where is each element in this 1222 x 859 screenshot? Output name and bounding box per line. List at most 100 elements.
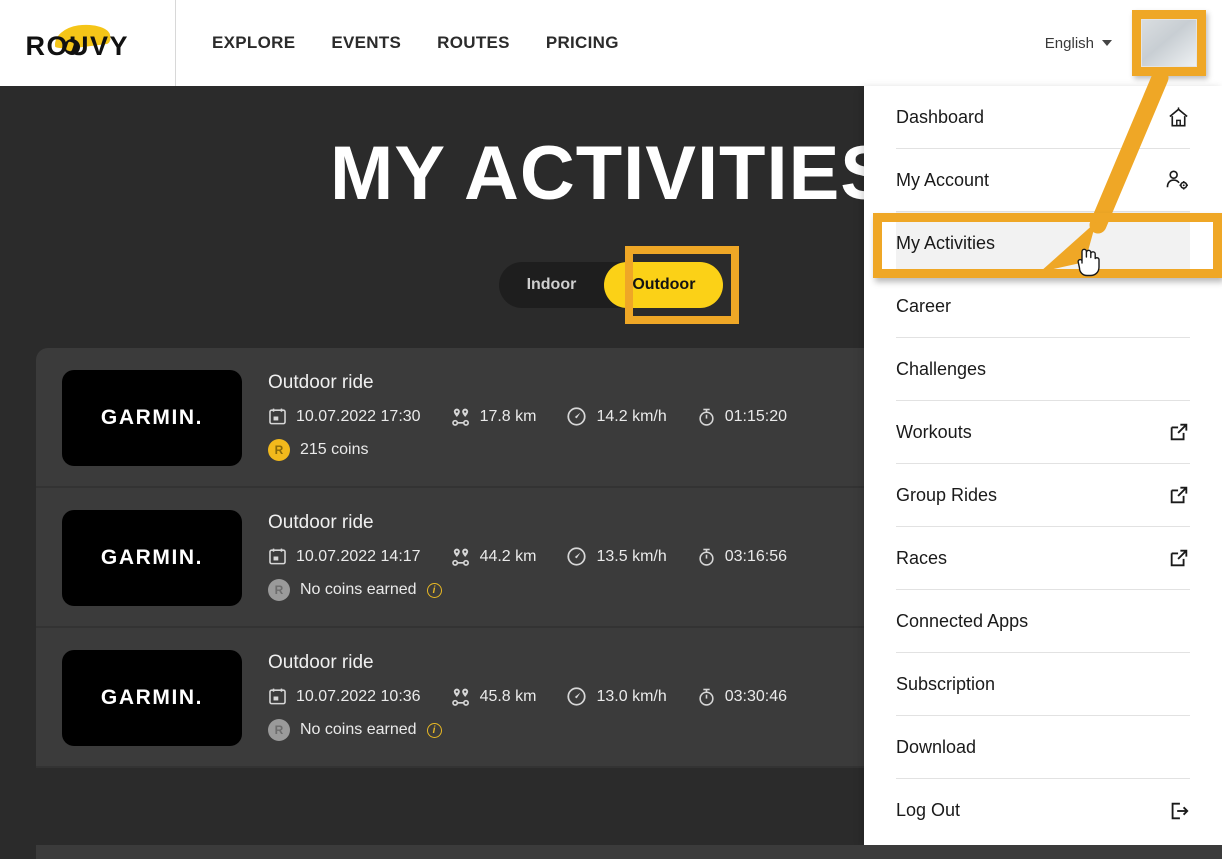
primary-nav: EXPLORE EVENTS ROUTES PRICING [212, 33, 619, 53]
menu-item-subscription[interactable]: Subscription [896, 653, 1190, 716]
external-link-icon [1168, 421, 1190, 443]
menu-item-label: Workouts [896, 421, 972, 442]
activity-type-toggle: Indoor Outdoor [498, 246, 740, 324]
activity-stats: 10.07.2022 14:17 44.2 km 13.5 km/h 03:16… [268, 546, 807, 567]
activity-stats: 10.07.2022 17:30 17.8 km 14.2 km/h 01:15… [268, 406, 807, 427]
activity-thumbnail[interactable]: GARMIN. [62, 510, 242, 606]
language-selector[interactable]: English [1045, 35, 1094, 52]
nav-item-events[interactable]: EVENTS [331, 33, 401, 53]
activity-thumbnail[interactable]: GARMIN. [62, 650, 242, 746]
activity-thumbnail[interactable]: GARMIN. [62, 370, 242, 466]
calendar-icon [269, 408, 286, 425]
menu-item-challenges[interactable]: Challenges [896, 338, 1190, 401]
nav-item-routes[interactable]: ROUTES [437, 33, 510, 53]
nav-item-pricing[interactable]: PRICING [546, 33, 619, 53]
stat-distance-value: 45.8 km [479, 687, 537, 705]
menu-item-label: My Activities [896, 232, 996, 253]
menu-item-group-rides[interactable]: Group Rides [896, 464, 1190, 527]
external-link-icon [1168, 484, 1190, 506]
stat-distance-value: 17.8 km [479, 407, 537, 425]
thumbnail-label: GARMIN. [100, 406, 204, 429]
nav-item-explore[interactable]: EXPLORE [212, 33, 295, 53]
stat-speed-value: 13.5 km/h [596, 547, 667, 565]
menu-item-label: Download [896, 736, 977, 757]
stopwatch-icon [699, 408, 714, 426]
avatar-highlight-annotation [1132, 10, 1206, 76]
home-icon [1167, 106, 1190, 129]
logout-icon [1168, 800, 1190, 822]
logo-zone[interactable]: ROUVY [0, 0, 176, 86]
menu-item-workouts[interactable]: Workouts [896, 401, 1190, 464]
info-icon[interactable]: i [426, 582, 442, 598]
stat-duration: 03:16:56 [697, 547, 787, 567]
route-pins-icon [451, 408, 469, 426]
menu-item-label: Career [896, 295, 952, 316]
toggle-option-indoor[interactable]: Indoor [499, 262, 605, 308]
coin-icon: R [268, 439, 290, 461]
stat-speed-value: 13.0 km/h [596, 687, 667, 705]
menu-item-career[interactable]: Career [896, 275, 1190, 338]
page-bottom-strip [0, 845, 36, 859]
menu-item-log-out[interactable]: Log Out [896, 779, 1190, 842]
activity-stats: 10.07.2022 10:36 45.8 km 13.0 km/h 03:30… [268, 686, 807, 707]
activity-info: Outdoor ride 10.07.2022 17:30 17.8 km 14… [268, 370, 807, 461]
coin-value: 215 coins [300, 441, 369, 458]
app-root: ROUVY EXPLORE EVENTS ROUTES PRICING Engl… [0, 0, 1222, 859]
stat-speed: 13.0 km/h [566, 686, 667, 707]
menu-item-my-account[interactable]: My Account [896, 149, 1190, 212]
menu-item-label: Subscription [896, 673, 996, 694]
menu-item-races[interactable]: Races [896, 527, 1190, 590]
speedometer-icon [567, 547, 587, 566]
activity-title: Outdoor ride [268, 652, 374, 673]
stat-distance: 44.2 km [451, 547, 537, 567]
info-icon[interactable]: i [426, 722, 442, 738]
coin-value: No coins earned [300, 721, 417, 738]
menu-item-dashboard[interactable]: Dashboard [896, 86, 1190, 149]
activity-title: Outdoor ride [268, 372, 374, 393]
route-pins-icon [451, 688, 469, 706]
menu-item-connected-apps[interactable]: Connected Apps [896, 590, 1190, 653]
stopwatch-icon [699, 548, 714, 566]
card-bottom-strip [0, 845, 1222, 859]
user-settings-icon [1165, 169, 1190, 192]
toggle-option-outdoor[interactable]: Outdoor [604, 262, 724, 308]
avatar-wrapper[interactable] [1132, 10, 1206, 76]
stat-datetime: 10.07.2022 10:36 [268, 687, 421, 706]
activity-info: Outdoor ride 10.07.2022 14:17 44.2 km 13… [268, 510, 807, 601]
activity-coins: R No coins earned i [268, 719, 807, 741]
header-right: English [1045, 10, 1222, 76]
stat-speed: 14.2 km/h [566, 406, 667, 427]
stat-distance: 45.8 km [451, 687, 537, 707]
stat-speed-value: 14.2 km/h [596, 407, 667, 425]
menu-item-label: Challenges [896, 358, 987, 379]
menu-item-label: Races [896, 547, 948, 568]
stat-datetime-value: 10.07.2022 10:36 [296, 687, 421, 705]
account-dropdown-menu: Dashboard My Account My Activities Caree… [864, 86, 1222, 845]
stat-speed: 13.5 km/h [566, 546, 667, 567]
thumbnail-label: GARMIN. [100, 686, 204, 709]
speedometer-icon [567, 407, 587, 426]
stat-duration-value: 01:15:20 [724, 407, 788, 425]
menu-item-label: My Account [896, 169, 990, 190]
external-link-icon [1168, 547, 1190, 569]
calendar-icon [269, 548, 286, 565]
coin-icon: R [268, 719, 290, 741]
rouvy-logo[interactable]: ROUVY [26, 21, 150, 63]
coin-value: No coins earned [300, 581, 417, 598]
activity-coins: R 215 coins [268, 439, 807, 461]
route-pins-icon [451, 548, 469, 566]
stat-duration: 03:30:46 [697, 687, 787, 707]
menu-item-label: Dashboard [896, 106, 985, 127]
menu-item-download[interactable]: Download [896, 716, 1190, 779]
activity-coins: R No coins earned i [268, 579, 807, 601]
thumbnail-label: GARMIN. [100, 546, 204, 569]
menu-item-label: Connected Apps [896, 610, 1029, 631]
stat-datetime-value: 10.07.2022 14:17 [296, 547, 421, 565]
stat-distance-value: 44.2 km [479, 547, 537, 565]
activity-info: Outdoor ride 10.07.2022 10:36 45.8 km 13… [268, 650, 807, 741]
stat-datetime: 10.07.2022 14:17 [268, 547, 421, 566]
menu-item-my-activities[interactable]: My Activities [896, 212, 1190, 275]
stat-distance: 17.8 km [451, 407, 537, 427]
stat-duration-value: 03:16:56 [724, 547, 788, 565]
chevron-down-icon[interactable] [1102, 40, 1112, 46]
